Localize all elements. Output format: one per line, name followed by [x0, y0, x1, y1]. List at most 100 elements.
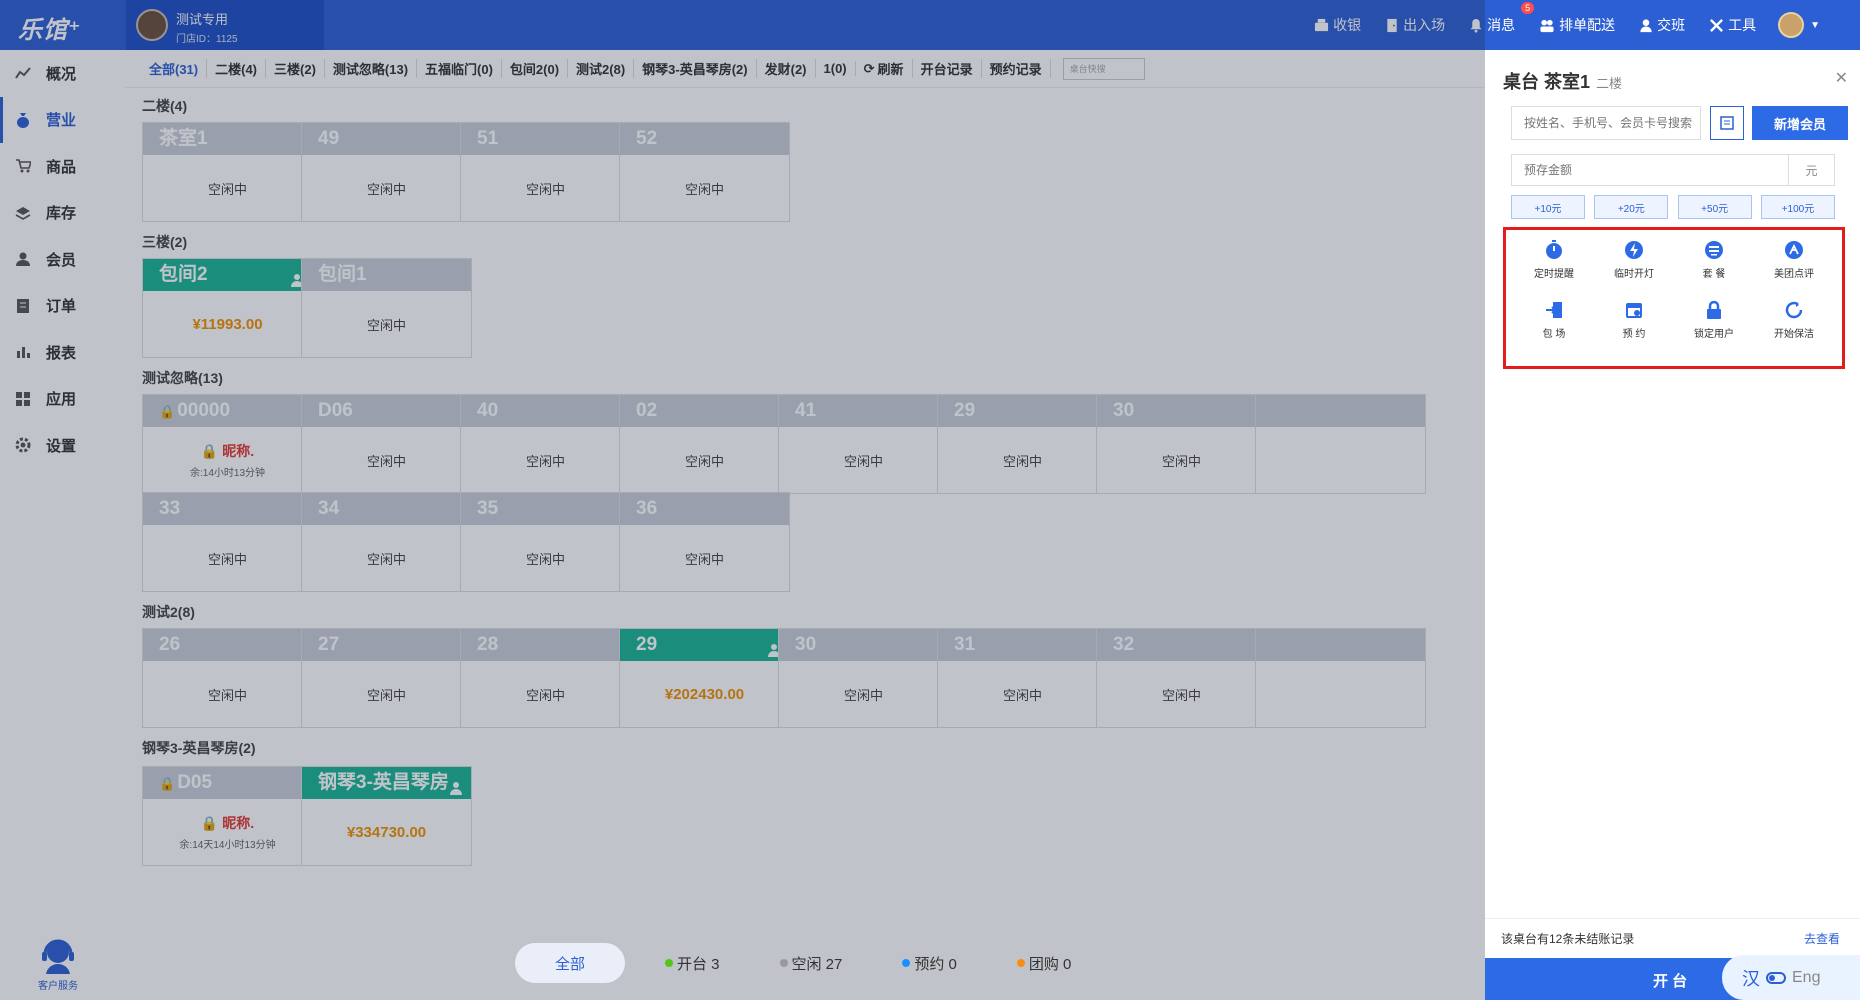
scan-card-button[interactable] — [1710, 106, 1744, 140]
table-card[interactable]: 29 空闲中 — [937, 394, 1108, 494]
filter-group[interactable]: 团购 0 — [1016, 953, 1071, 974]
table-card[interactable]: 02 空闲中 — [619, 394, 790, 494]
money-bag-icon — [14, 111, 32, 129]
table-card[interactable]: 34 空闲中 — [301, 492, 472, 592]
tab-1[interactable]: 1(0) — [816, 61, 856, 76]
nav-dispatch[interactable]: 排单配送 — [1539, 15, 1615, 35]
nav-shift[interactable]: 交班 — [1639, 15, 1685, 35]
table-card[interactable]: 49 空闲中 — [301, 122, 472, 222]
notice-text: 该桌台有12条未结账记录 — [1501, 932, 1635, 946]
filter-open[interactable]: 开台 3 — [665, 953, 720, 974]
table-card[interactable]: 29 ¥202430.00 — [619, 628, 790, 728]
table-card[interactable]: 茶室1 空闲中 — [142, 122, 313, 222]
table-card[interactable]: 52 空闲中 — [619, 122, 790, 222]
table-amount: ¥334730.00 — [346, 823, 427, 841]
new-member-button[interactable]: 新增会员 — [1752, 106, 1848, 140]
lock-user-button[interactable]: 锁定用户 — [1674, 300, 1754, 340]
refresh-circle-icon — [1784, 300, 1804, 320]
table-name: 包间2 — [159, 264, 208, 285]
user-avatar[interactable] — [1778, 12, 1805, 38]
package-button[interactable]: 套 餐 — [1674, 240, 1754, 280]
close-icon[interactable]: ✕ — [1835, 68, 1848, 88]
nav-messages[interactable]: 消息 5 — [1469, 2, 1535, 35]
tab-test2[interactable]: 测试2(8) — [568, 59, 635, 78]
sidebar-item-members[interactable]: 会员 — [0, 236, 125, 283]
table-card[interactable]: 32 空闲中 — [1096, 628, 1267, 728]
table-card[interactable]: 包间2 ¥11993.00 — [142, 258, 313, 358]
table-card[interactable]: 40 空闲中 — [460, 394, 631, 494]
table-card-body: 空闲中 — [143, 525, 312, 591]
reserve-button[interactable]: 预 约 — [1594, 300, 1674, 340]
view-records-link[interactable]: 去查看 — [1804, 930, 1840, 947]
book-venue-button[interactable]: 包 场 — [1514, 300, 1594, 340]
nav-entry-exit[interactable]: 出入场 — [1385, 15, 1445, 35]
table-card[interactable]: 51 空闲中 — [460, 122, 631, 222]
sidebar-item-inventory[interactable]: 库存 — [0, 190, 125, 237]
table-card[interactable]: 26 空闲中 — [142, 628, 313, 728]
tab-test-ignore[interactable]: 测试忽略(13) — [325, 59, 418, 78]
tab-piano3[interactable]: 钢琴3-英昌琴房(2) — [634, 59, 757, 78]
meituan-button[interactable]: 美团点评 — [1754, 240, 1834, 280]
table-search-input[interactable]: 桌台快搜 — [1062, 57, 1145, 80]
nav-cashier[interactable]: 收银 — [1314, 15, 1361, 35]
customer-service[interactable]: 客户服务 — [38, 934, 78, 992]
bell-icon — [1470, 18, 1482, 33]
tab-all[interactable]: 全部(31) — [141, 59, 208, 78]
table-status: 空闲中 — [843, 453, 883, 469]
status-summary: 全部 开台 3 空闲 27 预约 0 团购 0 — [515, 940, 1485, 986]
table-card[interactable]: 35 空闲中 — [460, 492, 631, 592]
quick-amount-50[interactable]: +50元 — [1677, 195, 1752, 219]
tab-facai[interactable]: 发财(2) — [757, 59, 816, 78]
table-card[interactable]: 41 空闲中 — [778, 394, 949, 494]
sidebar-item-orders[interactable]: 订单 — [0, 283, 125, 330]
sidebar-item-settings[interactable]: 设置 — [0, 422, 125, 469]
temp-light-button[interactable]: 临时开灯 — [1594, 240, 1674, 280]
refresh-button[interactable]: ⟳ 刷新 — [856, 59, 913, 78]
table-card[interactable]: 27 空闲中 — [301, 628, 472, 728]
table-card-partial[interactable] — [1255, 394, 1426, 494]
start-cleaning-button[interactable]: 开始保洁 — [1754, 300, 1834, 340]
table-card-partial[interactable] — [1255, 628, 1426, 728]
tab-floor3[interactable]: 三楼(2) — [266, 59, 325, 78]
table-card[interactable]: 30 空闲中 — [778, 628, 949, 728]
tab-wufu[interactable]: 五福临门(0) — [417, 59, 502, 78]
sidebar-item-goods[interactable]: 商品 — [0, 143, 125, 190]
nav-tools[interactable]: 工具 — [1709, 15, 1756, 35]
filter-reserve[interactable]: 预约 0 — [902, 953, 957, 974]
table-card-header: 52 — [620, 123, 789, 155]
member-search-input[interactable] — [1511, 106, 1701, 140]
table-card[interactable]: 钢琴3-英昌琴房 ¥334730.00 — [301, 766, 472, 866]
tab-room2[interactable]: 包间2(0) — [502, 59, 569, 78]
function-label: 美团点评 — [1774, 269, 1814, 280]
sidebar-item-reports[interactable]: 报表 — [0, 329, 125, 376]
table-card[interactable]: 🔒 D05 🔒 昵称. 余:14天14小时13分钟 — [142, 766, 313, 866]
table-card-body: 空闲中 — [461, 155, 630, 221]
quick-amount-100[interactable]: +100元 — [1760, 195, 1835, 219]
quick-amount-20[interactable]: +20元 — [1594, 195, 1669, 219]
table-card[interactable]: 31 空闲中 — [937, 628, 1108, 728]
reserve-record-button[interactable]: 预约记录 — [982, 59, 1051, 78]
table-card[interactable]: 33 空闲中 — [142, 492, 313, 592]
table-card[interactable]: 包间1 空闲中 — [301, 258, 472, 358]
table-card[interactable]: D06 空闲中 — [301, 394, 472, 494]
ime-switch[interactable]: 汉 Eng — [1722, 955, 1860, 1000]
table-card[interactable]: 🔒 00000 🔒 昵称. 余:14小时13分钟 — [142, 394, 313, 494]
panel-subtitle: 二楼 — [1596, 76, 1623, 91]
table-card[interactable]: 28 空闲中 — [460, 628, 631, 728]
table-card[interactable]: 36 空闲中 — [619, 492, 790, 592]
open-record-button[interactable]: 开台记录 — [913, 59, 982, 78]
table-status: 空闲中 — [207, 551, 247, 567]
quick-amount-10[interactable]: +10元 — [1511, 195, 1585, 219]
chevron-down-icon[interactable]: ▼ — [1810, 20, 1820, 31]
filter-idle[interactable]: 空闲 27 — [779, 953, 842, 974]
tab-floor2[interactable]: 二楼(4) — [207, 59, 267, 78]
store-switcher[interactable]: 测试专用 门店ID：1125 — [126, 0, 324, 50]
deposit-amount-input[interactable] — [1511, 154, 1789, 186]
table-card[interactable]: 30 空闲中 — [1096, 394, 1267, 494]
sidebar-item-label: 订单 — [46, 298, 77, 316]
sidebar-item-overview[interactable]: 概况 — [0, 50, 125, 97]
sidebar-item-business[interactable]: 营业 — [0, 96, 125, 143]
sidebar-item-apps[interactable]: 应用 — [0, 376, 125, 423]
timer-reminder-button[interactable]: 定时提醒 — [1514, 240, 1594, 280]
filter-all[interactable]: 全部 — [515, 943, 625, 983]
